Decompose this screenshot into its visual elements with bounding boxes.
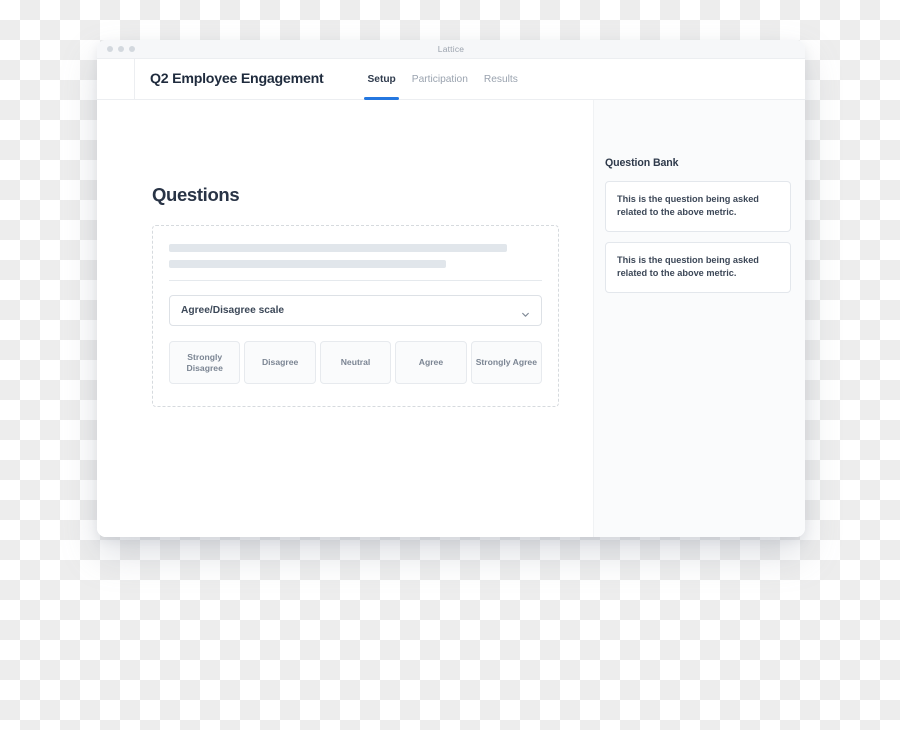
window-title: Lattice [437,43,465,54]
screenshot-canvas: Lattice Q2 Employee Engagement Setup Par… [0,0,900,730]
question-bank-item[interactable]: This is the question being asked related… [605,242,791,294]
question-bank-title: Question Bank [605,157,679,169]
scale-option-agree[interactable]: Agree [395,341,467,384]
app-window: Lattice Q2 Employee Engagement Setup Par… [97,40,805,537]
page-heading-title: Q2 Employee Engagement [150,71,324,87]
window-titlebar: Lattice [97,40,805,59]
tab-results[interactable]: Results [476,59,526,100]
traffic-light-group [107,46,135,52]
tab-participation[interactable]: Participation [404,59,476,100]
app-body: Questions Agree/Disagree scale Strongly … [97,100,805,537]
scale-option-strongly-agree[interactable]: Strongly Agree [470,341,543,384]
question-bank-item[interactable]: This is the question being asked related… [605,181,791,233]
scale-option-neutral[interactable]: Neutral [319,341,392,384]
scale-option-strongly-disagree[interactable]: Strongly Disagree [169,341,241,384]
question-type-select-value: Agree/Disagree scale [181,305,285,316]
card-divider [169,280,542,281]
nav-tabs: Setup Participation Results [359,59,525,100]
minimize-button-icon[interactable] [118,46,124,52]
question-text-skeleton-line-2 [169,260,446,268]
scale-option-disagree[interactable]: Disagree [244,341,316,384]
question-editor-card[interactable]: Agree/Disagree scale Strongly Disagree D… [152,225,559,407]
close-button-icon[interactable] [107,46,113,52]
chevron-down-icon [521,306,530,317]
page-title: Questions [152,184,240,205]
tab-setup[interactable]: Setup [359,59,403,100]
app-header: Q2 Employee Engagement Setup Participati… [97,59,805,100]
scale-options-row: Strongly Disagree Disagree Neutral Agree… [169,341,543,384]
header-content: Q2 Employee Engagement Setup Participati… [135,59,805,100]
header-left-gutter [97,59,135,99]
maximize-button-icon[interactable] [129,46,135,52]
question-type-select[interactable]: Agree/Disagree scale [169,295,542,326]
main-inner: Questions Agree/Disagree scale Strongly … [97,100,593,407]
question-text-skeleton-line-1 [169,244,507,252]
question-bank-sidebar: Question Bank This is the question being… [593,100,805,537]
main-content: Questions Agree/Disagree scale Strongly … [97,100,593,537]
